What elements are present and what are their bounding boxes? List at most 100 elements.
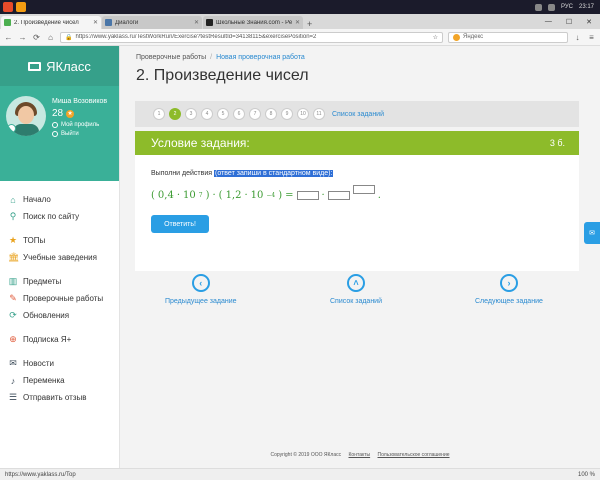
formula-a-base: 10 xyxy=(183,189,196,201)
breadcrumb-current[interactable]: Новая проверочная работа xyxy=(216,54,305,61)
page-number[interactable]: 4 xyxy=(201,108,213,120)
home-browser-icon[interactable]: ⌂ xyxy=(46,33,55,42)
sidebar-item[interactable]: ⟳ Обновления xyxy=(0,307,119,324)
tab-yaklass[interactable]: 2. Произведение чисел ✕ xyxy=(1,16,101,29)
page-number[interactable]: 10 xyxy=(297,108,309,120)
sidebar-item-label: Подписка Я+ xyxy=(23,335,72,344)
avatar[interactable] xyxy=(6,96,46,136)
downloads-icon[interactable]: ↓ xyxy=(573,33,582,42)
sidebar-item[interactable]: 🏛 Учебные заведения xyxy=(0,249,119,266)
sidebar-item[interactable]: ⊕ Подписка Я+ xyxy=(0,331,119,348)
sidebar-item[interactable]: ✉ Новости xyxy=(0,355,119,372)
page-number[interactable]: 11 xyxy=(313,108,325,120)
page-number[interactable]: 6 xyxy=(233,108,245,120)
feedback-tab[interactable]: ✉ xyxy=(584,222,600,244)
system-tray: РУС 23:17 xyxy=(534,3,600,11)
logout-link[interactable]: Выйти xyxy=(52,131,107,137)
close-tab-icon[interactable]: ✕ xyxy=(93,19,98,26)
sidebar-item[interactable]: ✎ Проверочные работы xyxy=(0,290,119,307)
books-icon: ▥ xyxy=(8,276,18,286)
submit-answer-button[interactable]: Ответить! xyxy=(151,215,209,233)
tab-dialogs[interactable]: Диалоги ✕ xyxy=(102,16,202,29)
arrow-up-icon[interactable]: ˄ xyxy=(347,274,365,292)
page-number[interactable]: 8 xyxy=(265,108,277,120)
browser-status-bar: https://www.yaklass.ru/Top 100 % xyxy=(0,468,600,480)
network-icon[interactable] xyxy=(534,3,542,11)
page-number[interactable]: 1 xyxy=(153,108,165,120)
task-points: 3 б. xyxy=(549,138,565,148)
formula-b-exp: −4 xyxy=(266,191,276,199)
task-header-title: Условие задания: xyxy=(151,136,250,150)
sidebar-item[interactable]: ▥ Предметы xyxy=(0,273,119,290)
home-icon: ⌂ xyxy=(10,194,16,205)
bookmark-star-icon[interactable]: ☆ xyxy=(433,34,438,41)
browser-tab-bar: 2. Произведение чисел ✕ Диалоги ✕ Школьн… xyxy=(0,14,600,29)
page-number[interactable]: 7 xyxy=(249,108,261,120)
sidebar-item[interactable]: ★ ТОПы xyxy=(0,232,119,249)
answer-exponent-input[interactable] xyxy=(352,184,375,194)
camera-icon[interactable] xyxy=(7,124,16,133)
vk-favicon-icon xyxy=(105,19,112,26)
menu-icon[interactable]: ≡ xyxy=(587,33,596,42)
browser-toolbar: ← → ⟳ ⌂ 🔒 https://www.yaklass.ru/TestWor… xyxy=(0,29,600,46)
minimize-icon[interactable]: — xyxy=(545,18,552,26)
task-list-pager-link[interactable]: Список заданий xyxy=(332,111,384,118)
megaphone-icon: ✉ xyxy=(9,358,17,368)
close-tab-icon[interactable]: ✕ xyxy=(295,19,300,26)
sidebar-group: ▥ Предметы ✎ Проверочные работы ⟳ Обновления xyxy=(0,273,119,324)
tests-icon: ✎ xyxy=(9,293,17,303)
reload-icon[interactable]: ⟳ xyxy=(32,33,41,42)
clock[interactable]: 23:17 xyxy=(579,4,594,10)
agreement-link[interactable]: Пользовательское соглашение xyxy=(378,452,450,458)
feedback-icon: ☰ xyxy=(8,392,18,402)
breadcrumb-separator: / xyxy=(210,54,213,61)
sidebar-menu: ⌂ Начало ⚲ Поиск по сайту ★ ТОПы 🏛 Учебные заве… xyxy=(0,181,119,406)
page-number[interactable]: 2 xyxy=(169,108,181,120)
my-profile-label: Мой профиль xyxy=(61,122,100,128)
breadcrumb-root[interactable]: Проверочные работы xyxy=(136,54,206,61)
volume-icon[interactable] xyxy=(547,3,555,11)
sidebar-item-label: Предметы xyxy=(23,277,62,286)
forward-icon[interactable]: → xyxy=(18,33,27,42)
my-profile-link[interactable]: Мой профиль xyxy=(52,122,107,128)
prev-task-label[interactable]: Предыдущее задание xyxy=(165,298,237,305)
sidebar-item[interactable]: ☰ Отправить отзыв xyxy=(0,389,119,406)
start-menu-icon[interactable] xyxy=(3,2,13,12)
page-number[interactable]: 3 xyxy=(185,108,197,120)
task-list-link[interactable]: ˄ Список заданий xyxy=(330,274,382,305)
yandex-logo-icon xyxy=(453,33,460,41)
search-placeholder: Яндекс xyxy=(463,34,484,40)
close-tab-icon[interactable]: ✕ xyxy=(194,19,199,26)
back-icon[interactable]: ← xyxy=(4,33,13,42)
address-bar[interactable]: 🔒 https://www.yaklass.ru/TestWorkRun/Exe… xyxy=(60,31,443,43)
close-window-icon[interactable]: ✕ xyxy=(586,18,592,26)
window-controls: — ☐ ✕ xyxy=(545,18,600,26)
answer-mantissa-input[interactable] xyxy=(296,190,319,200)
browser-taskbar-icon[interactable] xyxy=(16,2,26,12)
prev-task-link[interactable]: ‹ Предыдущее задание xyxy=(165,274,237,305)
brand-logo[interactable]: ЯКласс xyxy=(0,46,119,86)
language-indicator[interactable]: РУС xyxy=(561,4,573,10)
sidebar-item[interactable]: ⚲ Поиск по сайту xyxy=(0,208,119,225)
maximize-icon[interactable]: ☐ xyxy=(566,18,572,26)
next-task-link[interactable]: › Следующее задание xyxy=(475,274,543,305)
logout-icon xyxy=(52,131,58,137)
tab-znanija[interactable]: Школьные Знания.com - Ре ✕ xyxy=(203,16,303,29)
sidebar-item[interactable]: ♪ Переменка xyxy=(0,372,119,389)
arrow-right-icon[interactable]: › xyxy=(499,274,518,292)
zoom-control[interactable]: 100 % xyxy=(578,472,595,478)
answer-base-input[interactable] xyxy=(327,190,350,200)
sidebar-item[interactable]: ⌂ Начало xyxy=(0,191,119,208)
user-name[interactable]: Миша Возовиков xyxy=(52,98,107,105)
main-content: Проверочные работы / Новая проверочная р… xyxy=(120,46,600,468)
sidebar-item-label: Проверочные работы xyxy=(23,294,104,303)
page-number[interactable]: 9 xyxy=(281,108,293,120)
task-list-label[interactable]: Список заданий xyxy=(330,298,382,305)
search-input[interactable]: Яндекс xyxy=(448,31,568,43)
new-tab-icon[interactable]: + xyxy=(307,19,312,29)
next-task-label[interactable]: Следующее задание xyxy=(475,298,543,305)
zoom-value: 100 % xyxy=(577,471,595,478)
contacts-link[interactable]: Контакты xyxy=(349,452,371,458)
page-number[interactable]: 5 xyxy=(217,108,229,120)
arrow-left-icon[interactable]: ‹ xyxy=(191,274,210,292)
